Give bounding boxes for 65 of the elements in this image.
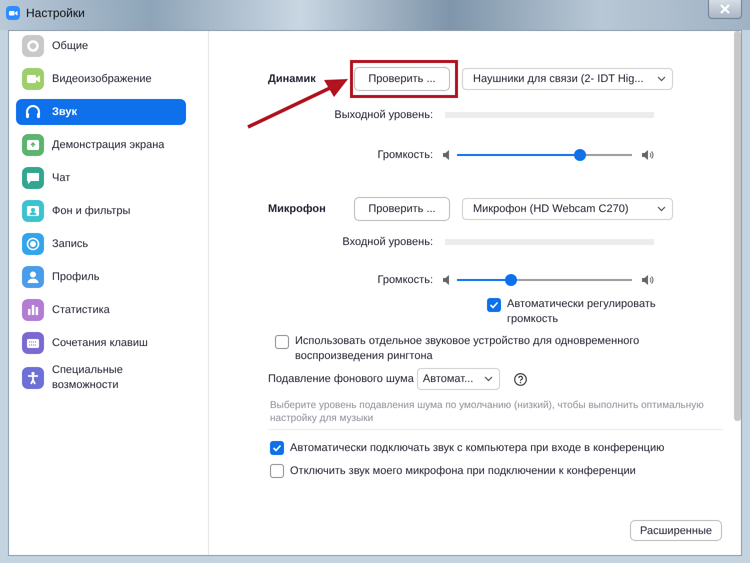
checkmark-icon [272,443,282,453]
record-icon [22,233,44,255]
checkmark-icon [489,300,499,310]
checkbox-label: Автоматически регулировать громкость [507,297,657,327]
person-icon [22,266,44,288]
volume-slider[interactable] [457,149,632,161]
dropdown-value: Автомат... [422,373,474,385]
app-icon [6,6,20,20]
portrait-icon [22,200,44,222]
section-heading: Динамик [268,73,317,85]
volume-label: Громкость: [376,274,434,286]
device-dropdown[interactable]: Микрофон (HD Webcam C270) [462,198,673,220]
chevron-down-icon [657,206,666,212]
speaker-loud-icon [642,275,654,285]
dropdown-value: Микрофон (HD Webcam C270) [473,203,628,215]
dropdown-value: Наушники для связи (2- IDT Hig... [473,73,644,85]
bar-chart-icon [22,299,44,321]
sidebar-item[interactable]: Фон и фильтры [16,198,186,224]
sidebar-item[interactable]: Общие [16,33,186,59]
level-label: Выходной уровень: [333,109,434,121]
scrollbar[interactable] [734,31,741,421]
volume-label: Громкость: [376,149,434,161]
slider-thumb[interactable] [574,149,586,161]
checkbox-label: Отключить звук моего микрофона при подключении к конференции [290,465,636,477]
checkbox-label: Использовать отдельное звуковое устройство для одновременного воспроизведения рингтона [295,334,640,364]
sidebar-item[interactable]: Видеоизображение [16,66,186,92]
hint-text: Выберите уровень подавления шума по умолчанию (низкий), чтобы выполнить оптимальную настройку для музыки [269,399,705,425]
slider-thumb[interactable] [505,274,518,286]
advanced-button[interactable]: Расширенные [630,520,722,541]
noise-dropdown[interactable]: Автомат... [416,368,500,390]
sidebar-item[interactable]: Запись [16,231,186,257]
checkbox[interactable] [270,464,284,478]
speaker-quiet-icon [443,150,451,160]
chevron-down-icon [657,76,666,82]
speaker-loud-icon [642,150,654,160]
sidebar-item[interactable]: Звук [16,99,186,125]
volume-slider[interactable] [457,274,632,286]
speaker-quiet-icon [443,275,451,285]
camera-icon [22,68,44,90]
accessibility-icon [22,367,44,389]
window-title: Настройки [26,6,85,20]
sidebar-item[interactable]: Сочетания клавиш [16,330,186,356]
close-button[interactable] [708,0,742,19]
level-label: Входной уровень: [341,236,434,248]
sidebar-item[interactable]: Профиль [16,264,186,290]
keyboard-icon [22,332,44,354]
sidebar-item[interactable]: Демонстрация экрана [16,132,186,158]
checkbox-label: Автоматически подключать звук с компьютера при входе в конференцию [290,442,664,454]
sidebar-item[interactable]: Чат [16,165,186,191]
chevron-down-icon [484,376,493,382]
device-dropdown[interactable]: Наушники для связи (2- IDT Hig... [462,68,673,90]
checkbox[interactable] [270,441,284,455]
test-button[interactable]: Проверить ... [354,67,450,91]
noise-suppression-label: Подавление фонового шума [268,373,414,385]
screen-share-icon [22,134,44,156]
chat-bubble-icon [22,167,44,189]
help-icon[interactable] [514,372,527,386]
checkbox[interactable] [275,335,289,349]
section-heading: Микрофон [268,203,327,215]
sidebar-item[interactable]: Статистика [16,297,186,323]
checkbox[interactable] [487,298,501,312]
sidebar-item[interactable]: Специальные возможности [16,363,186,393]
gear-icon [22,35,44,57]
close-icon [720,4,730,14]
test-button[interactable]: Проверить ... [354,197,450,221]
